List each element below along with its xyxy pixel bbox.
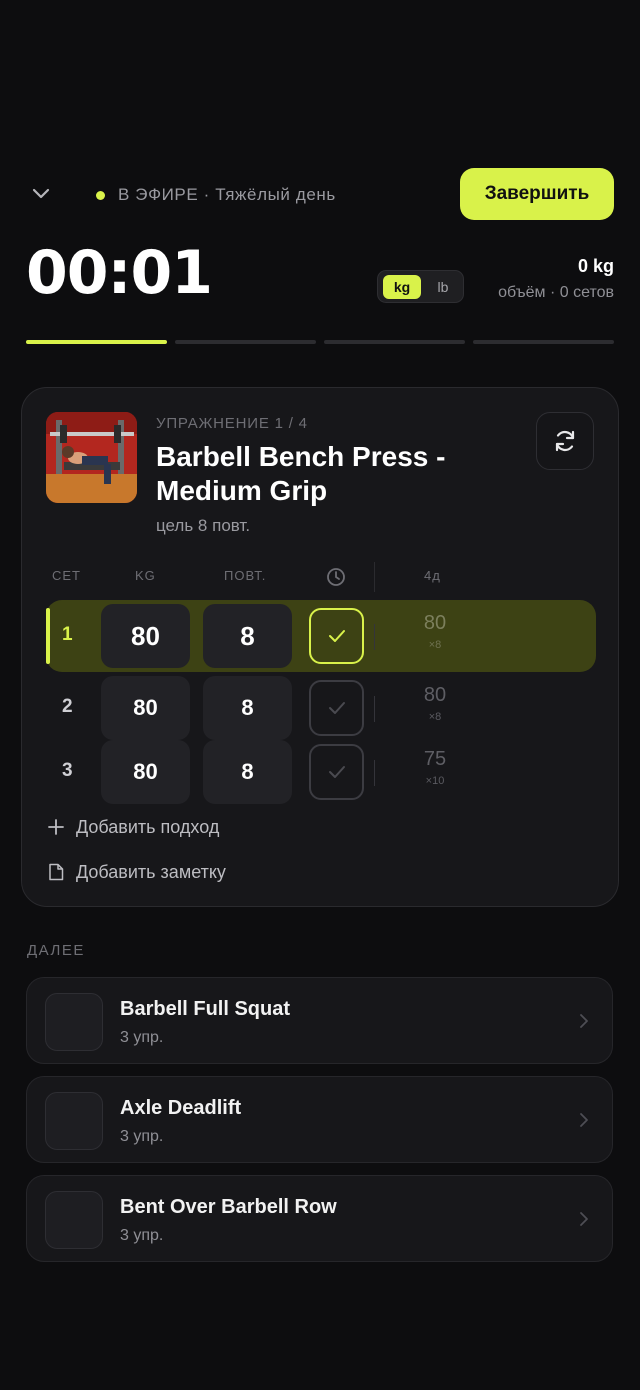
row-divider xyxy=(374,760,375,786)
col-header-kg: KG xyxy=(135,568,156,583)
set-weight-input[interactable]: 80 xyxy=(101,604,190,668)
row-divider xyxy=(374,696,375,722)
next-exercise-count: 3 упр. xyxy=(120,1029,164,1046)
set-reps-input[interactable]: 8 xyxy=(203,740,292,804)
previous-weight: 80 xyxy=(423,612,447,634)
set-weight-input[interactable]: 80 xyxy=(101,740,190,804)
previous-weight: 80 xyxy=(423,684,447,706)
previous-set: 75 ×10 xyxy=(406,748,464,787)
note-icon xyxy=(49,863,64,881)
exercise-thumbnail xyxy=(46,412,137,503)
previous-set: 80 ×8 xyxy=(406,612,464,651)
swap-icon xyxy=(555,430,575,452)
col-header-set: СЕТ xyxy=(52,568,81,583)
set-reps-input[interactable]: 8 xyxy=(203,604,292,668)
set-number: 2 xyxy=(62,696,73,717)
progress-segment xyxy=(26,340,167,344)
unit-lb-option[interactable]: lb xyxy=(426,275,460,299)
chevron-down-icon[interactable] xyxy=(32,185,50,203)
volume-value: 0 kg xyxy=(577,256,614,276)
exercise-progress xyxy=(26,340,614,344)
previous-reps: ×8 xyxy=(428,639,442,651)
progress-segment xyxy=(175,340,316,344)
add-note-label: Добавить заметку xyxy=(76,861,226,882)
set-number: 3 xyxy=(62,760,73,781)
set-complete-button[interactable] xyxy=(309,744,364,800)
next-exercise-name: Bent Over Barbell Row xyxy=(120,1196,337,1218)
next-exercise-name: Axle Deadlift xyxy=(120,1097,242,1119)
set-row-3: 3 80 8 75 ×10 xyxy=(46,736,596,808)
unit-kg-option[interactable]: kg xyxy=(383,275,421,299)
previous-reps: ×8 xyxy=(428,711,442,723)
check-icon xyxy=(328,702,345,714)
set-weight-input[interactable]: 80 xyxy=(101,676,190,740)
next-exercise-count: 3 упр. xyxy=(120,1128,164,1145)
set-row-1: 1 80 8 80 ×8 xyxy=(46,600,596,672)
next-exercise-name: Barbell Full Squat xyxy=(120,998,291,1020)
add-set-label: Добавить подход xyxy=(76,816,220,837)
add-note-button[interactable]: Добавить заметку xyxy=(48,860,226,884)
previous-weight: 75 xyxy=(423,748,447,770)
set-reps-input[interactable]: 8 xyxy=(203,676,292,740)
next-exercise-item[interactable]: Barbell Full Squat 3 упр. xyxy=(26,977,613,1064)
live-status: В ЭФИРЕ · Тяжёлый день xyxy=(118,185,336,204)
clock-icon xyxy=(327,568,345,586)
next-exercise-item[interactable]: Bent Over Barbell Row 3 упр. xyxy=(26,1175,613,1262)
previous-set: 80 ×8 xyxy=(406,684,464,723)
workout-timer: 00:01 xyxy=(26,238,213,308)
swap-exercise-button[interactable] xyxy=(536,412,594,470)
set-complete-button[interactable] xyxy=(309,608,364,664)
live-dot-icon xyxy=(96,191,105,200)
col-header-previous: 4д xyxy=(424,568,441,583)
exercise-thumbnail-placeholder xyxy=(45,993,103,1051)
exercise-card: УПРАЖНЕНИЕ 1 / 4 Barbell Bench Press - M… xyxy=(21,387,619,907)
row-divider xyxy=(374,624,375,650)
plus-icon xyxy=(48,819,64,835)
column-divider xyxy=(374,562,375,592)
exercise-thumbnail-placeholder xyxy=(45,1191,103,1249)
progress-segment xyxy=(324,340,465,344)
set-complete-button[interactable] xyxy=(309,680,364,736)
col-header-reps: ПОВТ. xyxy=(224,568,267,583)
next-exercise-item[interactable]: Axle Deadlift 3 упр. xyxy=(26,1076,613,1163)
exercise-target: цель 8 повт. xyxy=(156,516,251,535)
next-exercise-count: 3 упр. xyxy=(120,1227,164,1244)
add-set-button[interactable]: Добавить подход xyxy=(48,815,219,839)
exercise-counter: УПРАЖНЕНИЕ 1 / 4 xyxy=(156,415,308,432)
finish-workout-button[interactable]: Завершить xyxy=(460,168,614,220)
active-set-indicator xyxy=(46,608,50,664)
set-number: 1 xyxy=(62,624,73,645)
chevron-right-icon xyxy=(580,1113,588,1127)
workout-top-bar: В ЭФИРЕ · Тяжёлый день Завершить xyxy=(26,168,614,220)
exercise-title: Barbell Bench Press - Medium Grip xyxy=(156,441,446,506)
exercise-thumbnail-placeholder xyxy=(45,1092,103,1150)
chevron-right-icon xyxy=(580,1212,588,1226)
next-section-title: ДАЛЕЕ xyxy=(27,942,85,959)
volume-label: объём · 0 сетов xyxy=(498,284,614,301)
previous-reps: ×10 xyxy=(425,775,445,787)
progress-segment xyxy=(473,340,614,344)
unit-toggle[interactable]: kg lb xyxy=(377,270,464,303)
chevron-right-icon xyxy=(580,1014,588,1028)
check-icon xyxy=(328,630,345,642)
check-icon xyxy=(328,766,345,778)
set-row-2: 2 80 8 80 ×8 xyxy=(46,672,596,744)
